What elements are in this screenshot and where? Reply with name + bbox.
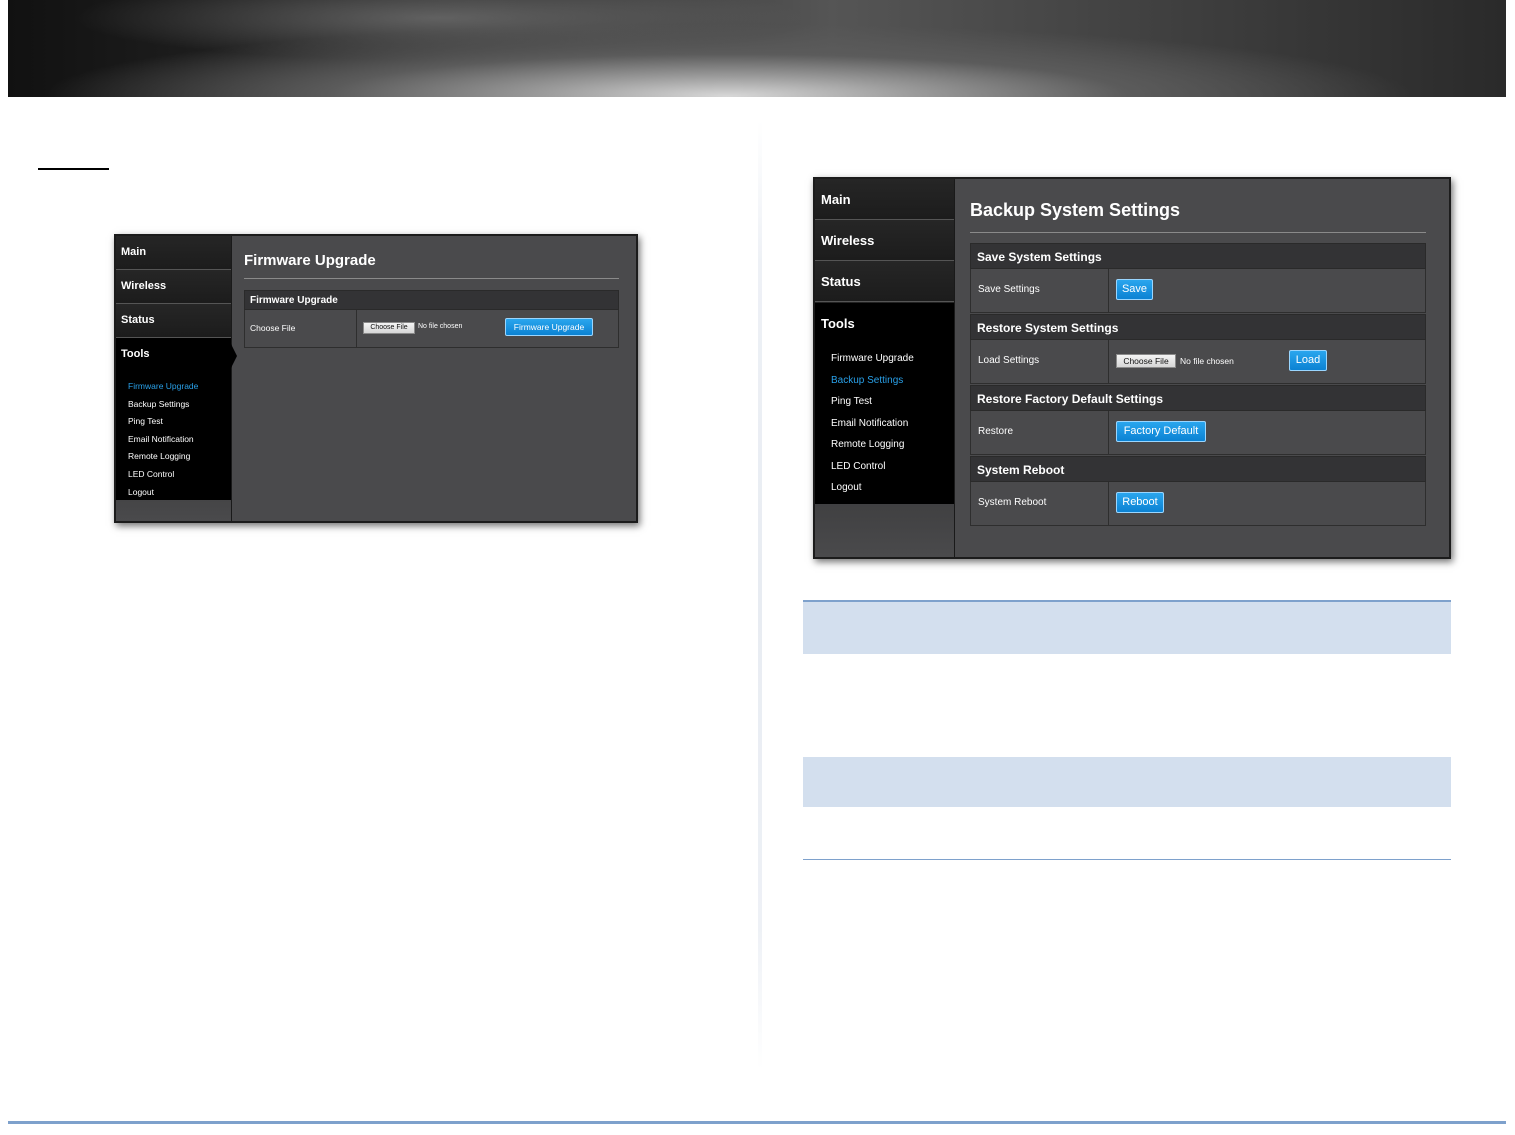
title-rule: [970, 232, 1426, 233]
nav-tools[interactable]: Tools: [815, 303, 954, 344]
submenu-item-firmware-upgrade[interactable]: Firmware Upgrade: [128, 381, 198, 391]
footer-rule: [8, 1121, 1506, 1124]
submenu-item-led-control[interactable]: LED Control: [831, 461, 885, 472]
row-label: Choose File: [245, 310, 357, 347]
submenu-item-ping-test[interactable]: Ping Test: [128, 416, 163, 426]
nav-main[interactable]: Main: [815, 179, 954, 220]
note-box: [803, 757, 1451, 807]
submenu-item-remote-logging[interactable]: Remote Logging: [831, 439, 904, 450]
restore-section-header: Restore System Settings: [970, 314, 1426, 340]
tools-submenu: Firmware Upgrade Backup Settings Ping Test…: [815, 344, 954, 504]
sidebar-nav: Main Wireless Status Tools Firmware Upgr…: [815, 179, 955, 557]
factory-section-header: Restore Factory Default Settings: [970, 385, 1426, 411]
main-content: Backup System Settings Save System Setti…: [955, 179, 1449, 557]
choose-file-row: Choose File Choose File No file chosen F…: [244, 310, 619, 348]
nav-wireless[interactable]: Wireless: [815, 220, 954, 261]
submenu-item-backup-settings[interactable]: Backup Settings: [128, 399, 189, 409]
system-reboot-row: System Reboot Reboot: [970, 482, 1426, 526]
column-divider: [758, 120, 762, 1070]
section-header: Firmware Upgrade: [244, 290, 619, 310]
firmware-upgrade-button[interactable]: Firmware Upgrade: [505, 318, 593, 336]
submenu-item-logout[interactable]: Logout: [128, 487, 154, 497]
page-title: Firmware Upgrade: [244, 252, 376, 269]
submenu-item-firmware-upgrade[interactable]: Firmware Upgrade: [831, 353, 914, 364]
save-section-header: Save System Settings: [970, 243, 1426, 269]
reboot-section-header: System Reboot: [970, 456, 1426, 482]
submenu-item-backup-settings[interactable]: Backup Settings: [831, 375, 903, 386]
note-bottom-rule: [803, 859, 1451, 860]
submenu-item-ping-test[interactable]: Ping Test: [831, 396, 872, 407]
reboot-button[interactable]: Reboot: [1116, 492, 1164, 513]
submenu-item-email-notification[interactable]: Email Notification: [831, 418, 908, 429]
restore-row: Restore Factory Default: [970, 411, 1426, 455]
main-content: Firmware Upgrade Firmware Upgrade Choose…: [232, 236, 636, 521]
file-status: No file chosen: [1180, 356, 1234, 366]
row-label: System Reboot: [971, 482, 1109, 525]
save-settings-row: Save Settings Save: [970, 269, 1426, 313]
choose-file-button[interactable]: Choose File: [363, 322, 415, 334]
backup-settings-screenshot: Main Wireless Status Tools Firmware Upgr…: [813, 177, 1451, 559]
tools-submenu: Firmware Upgrade Backup Settings Ping Test…: [116, 372, 231, 500]
row-label: Restore: [971, 411, 1109, 454]
nav-wireless[interactable]: Wireless: [116, 270, 231, 304]
title-rule: [244, 278, 619, 279]
factory-default-button[interactable]: Factory Default: [1116, 421, 1206, 442]
save-button[interactable]: Save: [1116, 279, 1153, 300]
row-label: Load Settings: [971, 340, 1109, 383]
nav-status[interactable]: Status: [116, 304, 231, 338]
header-banner: [8, 0, 1506, 97]
page-title: Backup System Settings: [970, 200, 1181, 220]
sidebar-nav: Main Wireless Status Tools Firmware Upgr…: [116, 236, 232, 521]
load-settings-row: Load Settings Choose File No file chosen…: [970, 340, 1426, 384]
nav-main[interactable]: Main: [116, 236, 231, 270]
submenu-item-logout[interactable]: Logout: [831, 482, 862, 493]
submenu-item-led-control[interactable]: LED Control: [128, 469, 174, 479]
submenu-item-email-notification[interactable]: Email Notification: [128, 434, 194, 444]
nav-tools[interactable]: Tools: [116, 338, 231, 372]
load-button[interactable]: Load: [1289, 350, 1327, 371]
nav-status[interactable]: Status: [815, 261, 954, 302]
section-heading-underline: [38, 168, 109, 170]
choose-file-button[interactable]: Choose File: [1116, 354, 1176, 368]
submenu-item-remote-logging[interactable]: Remote Logging: [128, 451, 190, 461]
note-box: [803, 602, 1451, 654]
file-status: No file chosen: [418, 323, 463, 330]
firmware-upgrade-screenshot: Main Wireless Status Tools Firmware Upgr…: [114, 234, 638, 523]
row-label: Save Settings: [971, 269, 1109, 312]
